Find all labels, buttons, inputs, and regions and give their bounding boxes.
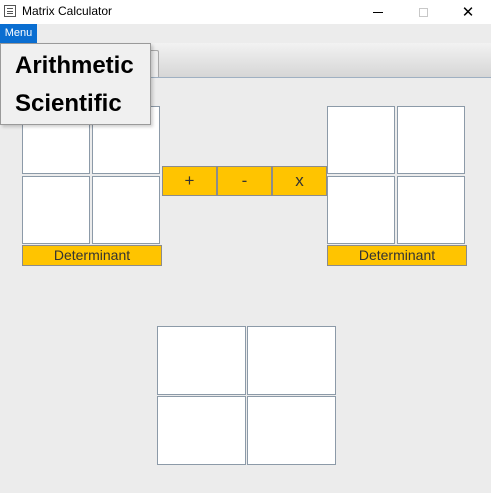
close-button[interactable]: ✕: [445, 0, 491, 24]
add-button[interactable]: +: [162, 166, 217, 196]
minimize-button[interactable]: [355, 0, 401, 24]
determinant-a-button[interactable]: Determinant: [22, 245, 162, 266]
matrix-a-cell[interactable]: [92, 176, 160, 244]
matrix-b-cell[interactable]: [327, 176, 395, 244]
maximize-icon: [418, 7, 428, 17]
result-cell[interactable]: [247, 396, 336, 465]
subtract-button[interactable]: -: [217, 166, 272, 196]
calculator-icon: [4, 5, 16, 17]
matrix-b-cell[interactable]: [327, 106, 395, 174]
result-cell[interactable]: [157, 396, 246, 465]
matrix-b-cell[interactable]: [397, 176, 465, 244]
minimize-icon: [373, 11, 383, 13]
determinant-b-button[interactable]: Determinant: [327, 245, 467, 266]
matrix-b-cell[interactable]: [397, 106, 465, 174]
matrix-a-cell[interactable]: [22, 176, 90, 244]
result-cell[interactable]: [247, 326, 336, 395]
menu-button[interactable]: Menu: [0, 24, 37, 43]
close-icon: ✕: [461, 2, 475, 21]
popup-menu: Arithmetic Scientific: [0, 43, 151, 125]
maximize-button[interactable]: [400, 0, 446, 24]
multiply-button[interactable]: x: [272, 166, 327, 196]
menu-item-arithmetic[interactable]: Arithmetic: [15, 52, 134, 80]
window-title: Matrix Calculator: [22, 4, 113, 18]
menu-bar: Menu: [0, 24, 491, 43]
title-bar: Matrix Calculator ✕: [0, 0, 491, 24]
result-cell[interactable]: [157, 326, 246, 395]
menu-item-scientific[interactable]: Scientific: [15, 90, 122, 118]
